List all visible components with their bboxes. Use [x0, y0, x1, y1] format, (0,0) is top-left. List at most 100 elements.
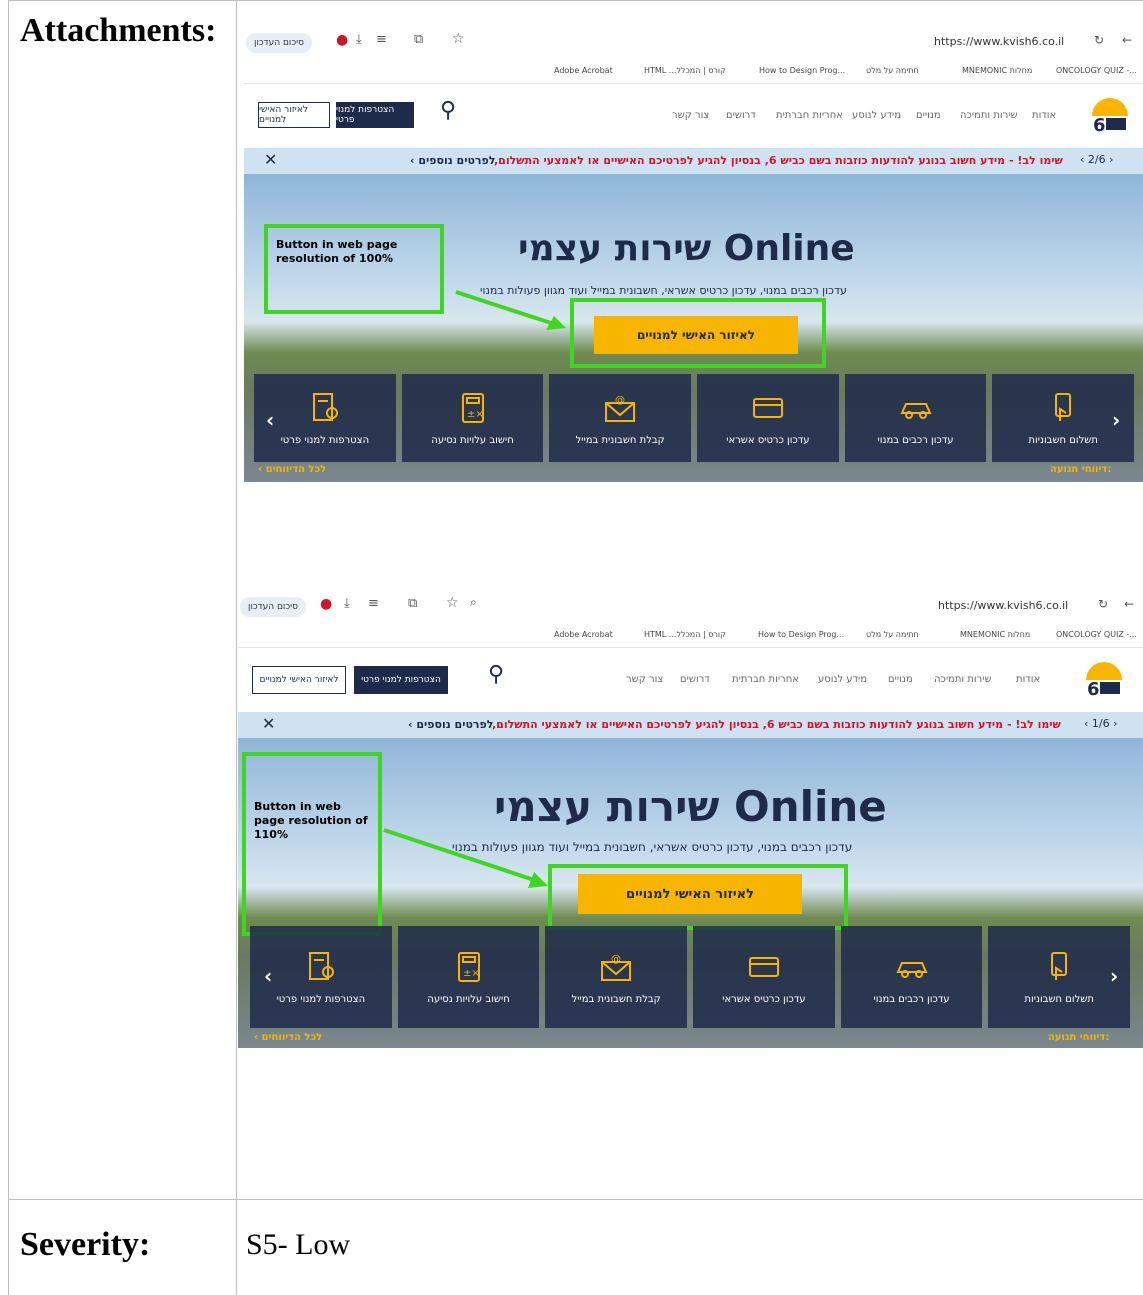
close-icon[interactable]: ✕ [262, 714, 275, 733]
nav-item-traveler[interactable]: מידע לנוסע [818, 674, 867, 685]
alert-more-link[interactable]: לפרטים נוספים › [408, 718, 493, 731]
tile-vehicles[interactable]: עדכון רכבים במנוי [840, 926, 983, 1028]
bookmark-item[interactable]: HTML ...קורס | המכלל [644, 630, 726, 639]
bookmark-item[interactable]: MNEMONIC מחלות [962, 66, 1032, 75]
extension-icon[interactable]: ⧉ [414, 32, 423, 47]
nav-item-subscribers[interactable]: מנויים [916, 110, 941, 121]
svg-text:6: 6 [1087, 679, 1100, 698]
download-icon[interactable]: ⤓ [344, 596, 350, 611]
alert-pager[interactable]: ‹ 1/6 › [1084, 717, 1118, 730]
nav-item-jobs[interactable]: דרושים [680, 674, 710, 685]
hero-title: שירות עצמי Online [518, 228, 855, 269]
screenshot-100: סיכום העדכון ● ⤓ ≡ ⧉ ☆ https://www.kvish… [244, 28, 1143, 482]
bookmark-item[interactable]: ONCOLOGY QUIZ -... [1056, 66, 1137, 75]
mail-icon: @ [601, 954, 632, 981]
tiles-next-icon[interactable]: › [1112, 408, 1120, 432]
search-icon[interactable]: ⚲ [488, 662, 504, 687]
nav-item-contact[interactable]: צור קשר [672, 110, 709, 121]
back-icon[interactable]: ← [1122, 33, 1132, 47]
bookmark-item[interactable]: Adobe Acrobat [554, 630, 613, 639]
join-button[interactable]: הצטרפות למנוי פרטי [354, 666, 448, 694]
nav-item-jobs[interactable]: דרושים [726, 110, 756, 121]
site-header: לאיזור האישי למנויים הצטרפות למנוי פרטי … [238, 648, 1143, 712]
search-icon[interactable]: ⚲ [440, 98, 456, 123]
reload-icon[interactable]: ↻ [1098, 597, 1108, 611]
table-divider [236, 0, 237, 1295]
nav-item-responsibility[interactable]: אחריות חברתית [732, 674, 799, 685]
nav-item-support[interactable]: שירות ותמיכה [934, 674, 992, 685]
tile-label: תשלום חשבוניות [1028, 434, 1098, 446]
bookmark-item[interactable]: חתימה על מלט [866, 630, 919, 639]
callout-text: Button in web page resolution of 100% [276, 238, 398, 265]
record-icon[interactable]: ● [336, 32, 348, 48]
summary-pill[interactable]: סיכום העדכון [240, 597, 306, 617]
nav-item-support[interactable]: שירות ותמיכה [960, 110, 1018, 121]
callout-box [242, 752, 382, 936]
tile-pay-invoices[interactable]: תשלום חשבוניות [988, 926, 1131, 1028]
nav-item-about[interactable]: אודות [1016, 674, 1040, 685]
tap-phone-icon [1051, 951, 1068, 980]
close-icon[interactable]: ✕ [264, 150, 277, 169]
nav-item-responsibility[interactable]: אחריות חברתית [776, 110, 843, 121]
summary-pill[interactable]: סיכום העדכון [246, 33, 312, 53]
star-icon[interactable]: ☆ [446, 595, 459, 611]
back-icon[interactable]: ← [1124, 597, 1134, 611]
svg-text:±×: ±× [463, 968, 480, 979]
record-icon[interactable]: ● [320, 596, 332, 612]
severity-label: Severity: [20, 1226, 151, 1263]
kvish6-logo[interactable]: 6 [1084, 658, 1124, 698]
tile-email-invoice[interactable]: @ קבלת חשבונית במייל [545, 926, 688, 1028]
queue-icon[interactable]: ≡ [376, 32, 387, 47]
url-text[interactable]: https://www.kvish6.co.il [938, 599, 1068, 612]
bookmark-item[interactable]: How to Design Prog... [759, 66, 845, 75]
nav-item-contact[interactable]: צור קשר [626, 674, 663, 685]
nav-item-about[interactable]: אודות [1032, 110, 1056, 121]
tile-credit-card[interactable]: עדכון כרטיס אשראי [697, 374, 839, 462]
tile-vehicles[interactable]: עדכון רכבים במנוי [844, 374, 987, 462]
alert-pager[interactable]: ‹ 2/6 › [1080, 153, 1114, 166]
alert-more-link[interactable]: לפרטים נוספים › [410, 154, 495, 167]
download-icon[interactable]: ⤓ [356, 32, 362, 47]
nav-item-traveler[interactable]: מידע לנוסע [852, 110, 901, 121]
site-header: לאיזור האישי למנויים הצטרפות למנוי פרטי … [244, 84, 1143, 148]
url-text[interactable]: https://www.kvish6.co.il [934, 35, 1064, 48]
star-icon[interactable]: ☆ [452, 31, 465, 47]
bookmark-item[interactable]: HTML ...קורס | המכלל [644, 66, 726, 75]
tiles-prev-icon[interactable]: ‹ [264, 964, 272, 988]
bookmark-item[interactable]: Adobe Acrobat [554, 66, 613, 75]
bookmark-item[interactable]: ONCOLOGY QUIZ -... [1056, 630, 1137, 639]
kvish6-logo[interactable]: 6 [1090, 94, 1130, 134]
credit-card-icon [748, 956, 779, 977]
tile-email-invoice[interactable]: @ קבלת חשבונית במייל [549, 374, 692, 462]
tile-credit-card[interactable]: עדכון כרטיס אשראי [693, 926, 835, 1028]
reload-icon[interactable]: ↻ [1094, 33, 1104, 47]
car-icon [895, 961, 928, 978]
personal-area-button[interactable]: לאיזור האישי למנויים [252, 666, 346, 694]
screenshot-110: סיכום העדכון ● ⤓ ≡ ⧉ ☆ ⌕ https://www.kvi… [238, 592, 1143, 1048]
bookmarks-bar: Adobe Acrobat HTML ...קורס | המכלל How t… [244, 58, 1143, 84]
bug-report-table: Attachments: Severity: S5- Low סיכום העד… [0, 0, 1143, 1295]
svg-text:±×: ±× [467, 409, 484, 420]
extension-icon[interactable]: ⧉ [408, 596, 417, 611]
bookmark-item[interactable]: חתימה על מלט [866, 66, 919, 75]
tiles-next-icon[interactable]: › [1110, 964, 1118, 988]
tile-label: עדכון כרטיס אשראי [726, 434, 810, 446]
tile-label: חישוב עלויות נסיעה [431, 434, 514, 446]
tile-label: תשלום חשבוניות [1024, 993, 1094, 1005]
tile-join[interactable]: הצטרפות למנוי פרטי [254, 374, 396, 462]
credit-card-icon [752, 397, 783, 418]
alert-text: שימו לב! - מידע חשוב בנוגע להודעות כוזבו… [494, 154, 1063, 167]
tile-label: עדכון רכבים במנוי [873, 993, 950, 1005]
all-reports-link[interactable]: ‹ לכל הדיווחים [254, 1032, 322, 1043]
zoom-icon[interactable]: ⌕ [470, 595, 477, 610]
bookmark-item[interactable]: MNEMONIC מחלות [960, 630, 1030, 639]
all-reports-link[interactable]: ‹ לכל הדיווחים [258, 464, 326, 475]
bookmark-item[interactable]: How to Design Prog... [758, 630, 844, 639]
tile-cost[interactable]: ±× חישוב עלויות נסיעה [397, 926, 540, 1028]
join-button[interactable]: הצטרפות למנוי פרטי [336, 102, 414, 128]
nav-item-subscribers[interactable]: מנויים [888, 674, 913, 685]
tile-cost[interactable]: ±× חישוב עלויות נסיעה [401, 374, 544, 462]
queue-icon[interactable]: ≡ [368, 596, 379, 611]
personal-area-button[interactable]: לאיזור האישי למנויים [258, 102, 330, 128]
tiles-prev-icon[interactable]: ‹ [266, 408, 274, 432]
